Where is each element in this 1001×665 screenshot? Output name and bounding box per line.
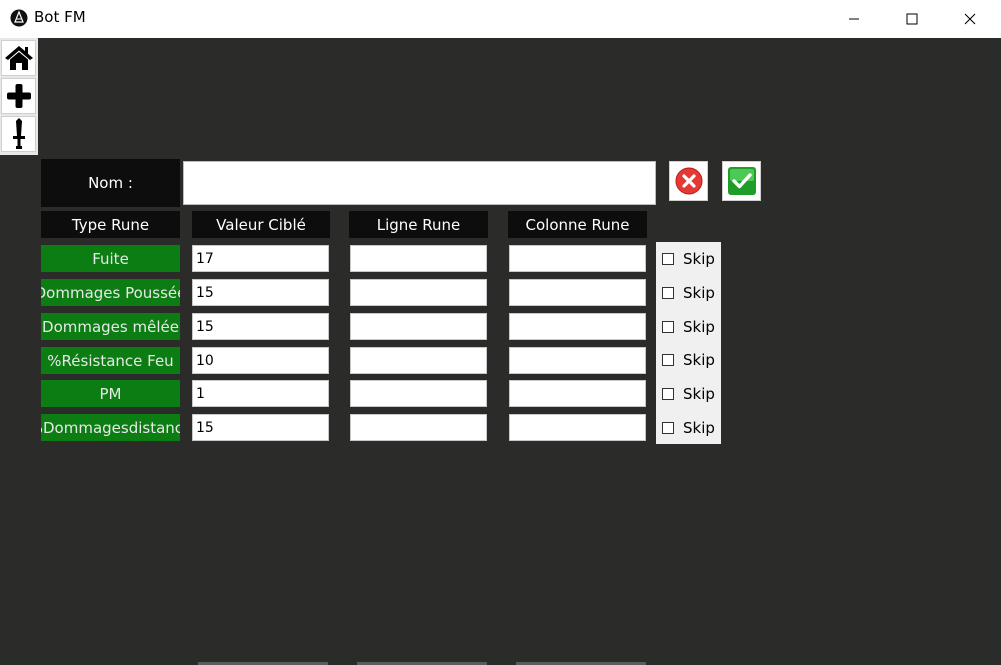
skip-label: Skip: [683, 318, 715, 336]
confirm-icon: [727, 167, 756, 195]
nav-home-button[interactable]: [1, 40, 36, 76]
rune-line-input[interactable]: [350, 414, 487, 441]
rune-column-input[interactable]: [509, 313, 646, 340]
rune-line-input[interactable]: [350, 313, 487, 340]
target-value-input[interactable]: 17: [192, 245, 329, 272]
sword-icon: [12, 118, 25, 149]
close-button[interactable]: [941, 0, 999, 38]
target-value-input[interactable]: 10: [192, 347, 329, 374]
skip-label: Skip: [683, 419, 715, 437]
maximize-button[interactable]: [883, 0, 941, 38]
rune-line-input[interactable]: [350, 380, 487, 407]
rune-column-input[interactable]: [509, 279, 646, 306]
target-value-input[interactable]: 1: [192, 380, 329, 407]
skip-label: Skip: [683, 351, 715, 369]
skip-checkbox[interactable]: Skip: [662, 318, 715, 336]
cancel-icon: [675, 167, 702, 195]
header-ligne-rune: Ligne Rune: [349, 211, 488, 238]
app-icon: [10, 9, 28, 27]
skip-checkbox[interactable]: Skip: [662, 250, 715, 268]
skip-label: Skip: [683, 284, 715, 302]
skip-label: Skip: [683, 385, 715, 403]
skip-checkbox[interactable]: Skip: [662, 385, 715, 403]
header-type-rune: Type Rune: [41, 211, 180, 238]
rune-type-cell: Fuite: [41, 245, 180, 272]
minimize-button[interactable]: [825, 0, 883, 38]
skip-label: Skip: [683, 250, 715, 268]
client-area: Nom : Type Rune Valeur Ciblé Ligne Rune …: [0, 38, 1001, 665]
rune-type-cell: PM: [41, 380, 180, 407]
target-value-input[interactable]: 15: [192, 313, 329, 340]
checkbox-box[interactable]: [662, 321, 674, 333]
checkbox-box[interactable]: [662, 388, 674, 400]
window-title: Bot FM: [34, 8, 86, 26]
rune-column-input[interactable]: [509, 245, 646, 272]
confirm-button[interactable]: [722, 161, 761, 201]
header-valeur-cible: Valeur Ciblé: [192, 211, 330, 238]
checkbox-box[interactable]: [662, 354, 674, 366]
rune-type-cell: %Dommagesdistance: [41, 414, 180, 441]
maximize-icon: [906, 13, 918, 25]
rune-column-input[interactable]: [509, 347, 646, 374]
nav-tool-button[interactable]: [1, 116, 36, 152]
cancel-button[interactable]: [669, 161, 708, 201]
rune-line-input[interactable]: [350, 279, 487, 306]
name-label: Nom :: [41, 159, 180, 207]
rune-line-input[interactable]: [350, 245, 487, 272]
nav-strip: [0, 38, 38, 155]
target-value-input[interactable]: 15: [192, 414, 329, 441]
minimize-icon: [849, 18, 859, 20]
skip-checkbox[interactable]: Skip: [662, 284, 715, 302]
target-value-input[interactable]: 15: [192, 279, 329, 306]
name-input[interactable]: [183, 161, 656, 205]
checkbox-box[interactable]: [662, 287, 674, 299]
rune-type-cell: %Résistance Feu: [41, 347, 180, 374]
header-colonne-rune: Colonne Rune: [508, 211, 647, 238]
title-bar: Bot FM: [0, 0, 1001, 38]
rune-line-input[interactable]: [350, 347, 487, 374]
checkbox-box[interactable]: [662, 253, 674, 265]
skip-panel: Skip Skip Skip Skip Skip Skip: [656, 242, 721, 444]
rune-type-cell: Dommages mêlée: [41, 313, 180, 340]
skip-checkbox[interactable]: Skip: [662, 419, 715, 437]
rune-column-input[interactable]: [509, 414, 646, 441]
plus-icon: [6, 84, 31, 108]
rune-column-input[interactable]: [509, 380, 646, 407]
nav-add-button[interactable]: [1, 78, 36, 114]
rune-type-cell: Dommages Poussée: [41, 279, 180, 306]
close-icon: [964, 13, 976, 25]
home-icon: [4, 46, 33, 70]
checkbox-box[interactable]: [662, 422, 674, 434]
skip-checkbox[interactable]: Skip: [662, 351, 715, 369]
